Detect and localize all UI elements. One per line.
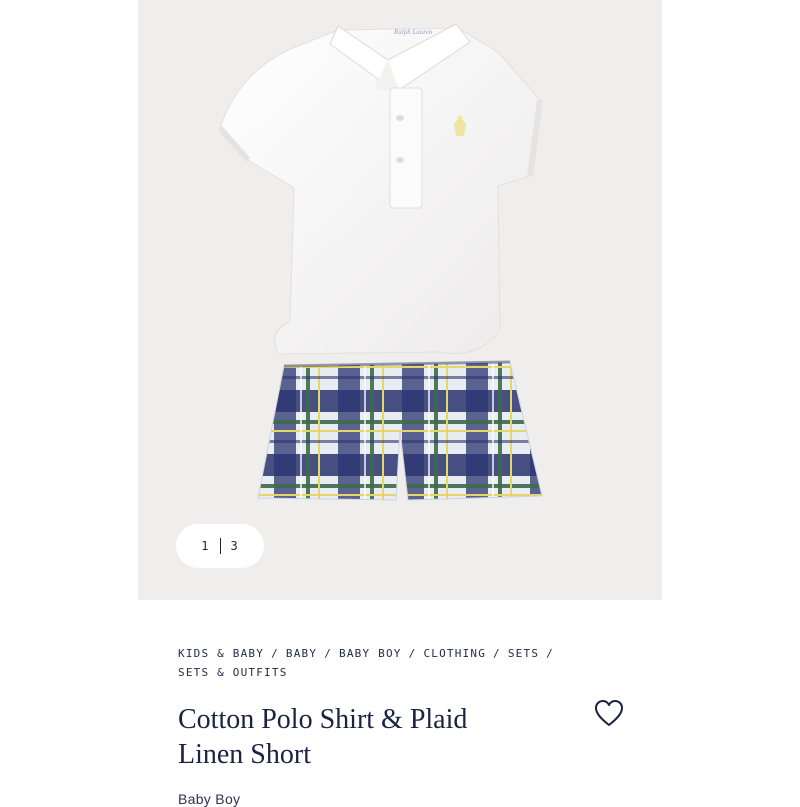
breadcrumb-baby-boy[interactable]: BABY BOY bbox=[339, 647, 402, 660]
wishlist-button[interactable] bbox=[592, 698, 626, 730]
breadcrumb-sets-outfits[interactable]: SETS & OUTFITS bbox=[178, 666, 288, 679]
image-counter: 1 3 bbox=[176, 524, 264, 568]
image-counter-current: 1 bbox=[201, 539, 210, 553]
product-image-gallery[interactable]: Ralph Lauren 1 3 bbox=[138, 0, 662, 600]
breadcrumb-clothing[interactable]: CLOTHING bbox=[423, 647, 486, 660]
breadcrumb-sets[interactable]: SETS bbox=[508, 647, 539, 660]
product-info: KIDS & BABY / BABY / BABY BOY / CLOTHING / SETS /… bbox=[178, 644, 628, 807]
product-image: Ralph Lauren bbox=[217, 23, 543, 501]
plaid-shorts bbox=[257, 361, 543, 501]
image-counter-total: 3 bbox=[230, 539, 239, 553]
breadcrumb-baby[interactable]: BABY bbox=[286, 647, 317, 660]
product-page: Ralph Lauren 1 3 KIDS & BABY / BABY / BABY B… bbox=[138, 0, 662, 807]
product-subtitle: Baby Boy bbox=[178, 790, 241, 807]
collar-label: Ralph Lauren bbox=[393, 28, 433, 36]
heart-outline-icon bbox=[595, 699, 623, 726]
breadcrumb-kids-baby[interactable]: KIDS & BABY bbox=[178, 647, 264, 660]
breadcrumb: KIDS & BABY / BABY / BABY BOY / CLOTHING / SETS /… bbox=[178, 647, 554, 679]
image-counter-divider bbox=[219, 538, 221, 554]
product-title: Cotton Polo Shirt & Plaid Linen Short bbox=[178, 704, 468, 770]
